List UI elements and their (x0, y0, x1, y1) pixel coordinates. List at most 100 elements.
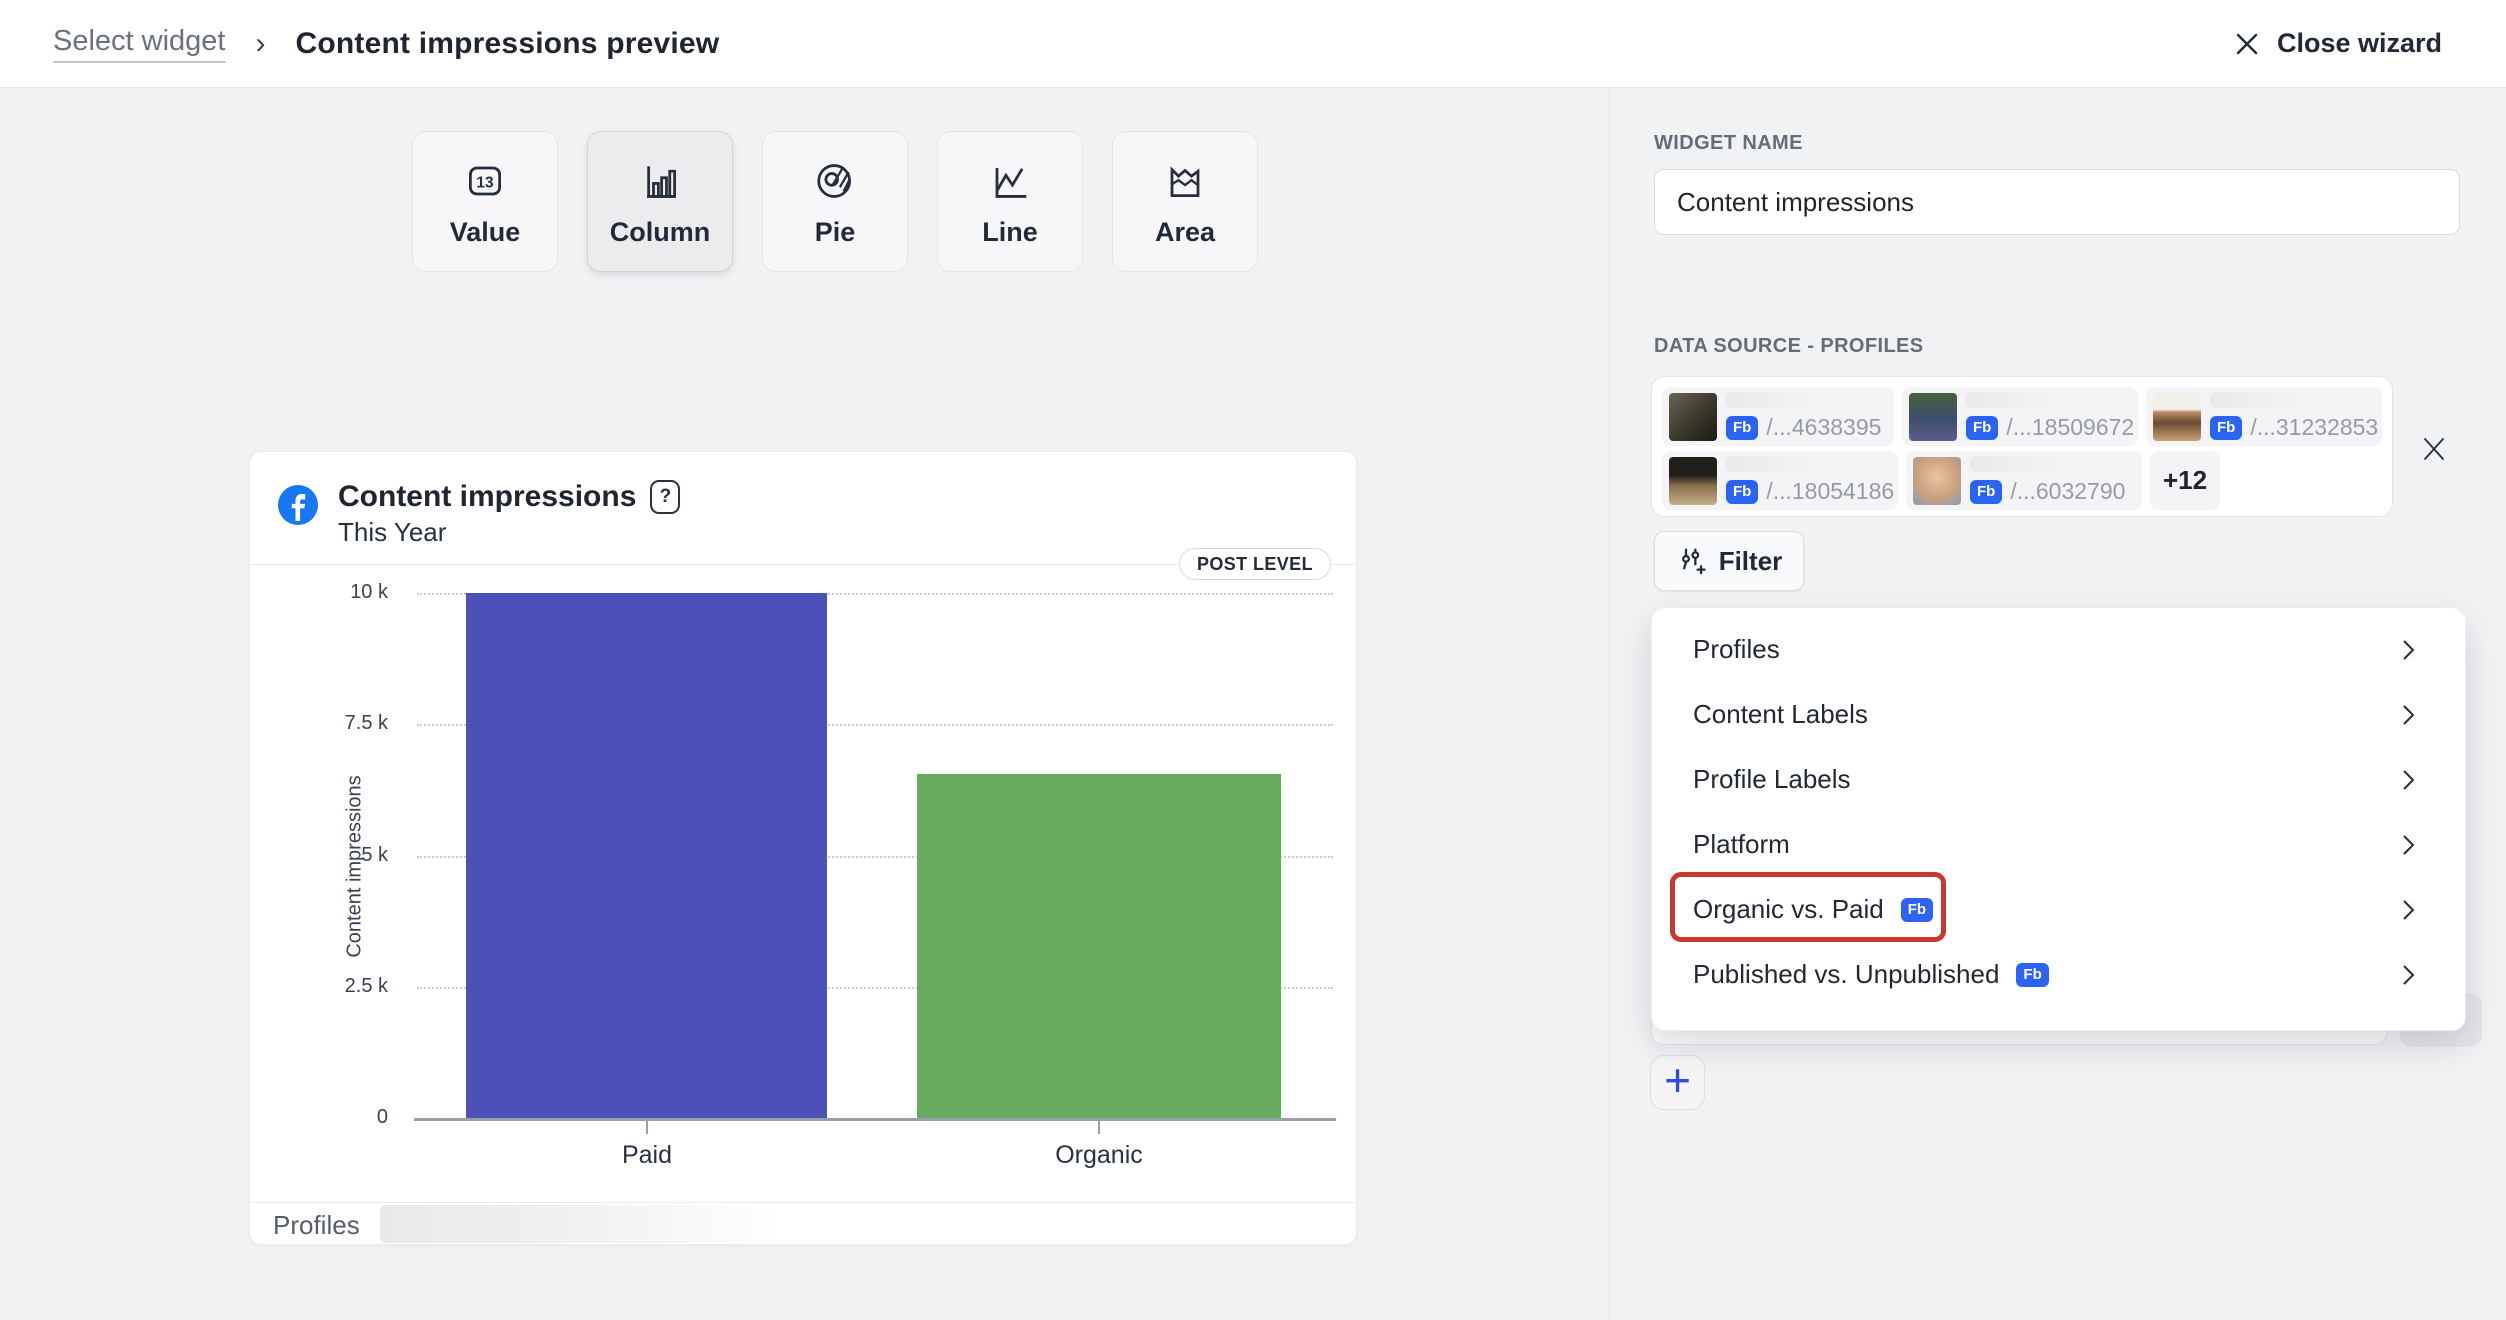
bar-paid[interactable] (466, 593, 827, 1118)
chevron-right-icon (2397, 637, 2419, 663)
widget-type-label: Area (1155, 217, 1215, 248)
profile-name-skeleton (1726, 456, 1854, 472)
facebook-badge: Fb (2210, 416, 2242, 440)
widget-type-selector: 13 Value Column Pie (412, 131, 1258, 272)
menu-item-label: Profiles (1693, 634, 1780, 665)
clear-data-source-button[interactable] (2415, 430, 2453, 468)
profile-avatar (1909, 393, 1957, 441)
widget-type-area[interactable]: Area (1112, 131, 1258, 272)
widget-type-value[interactable]: 13 Value (412, 131, 558, 272)
profile-id: /...6032790 (2010, 478, 2125, 505)
y-tick-label: 0 (288, 1106, 388, 1129)
facebook-badge: Fb (2016, 963, 2048, 987)
filter-button[interactable]: Filter (1654, 531, 1804, 591)
profile-chip[interactable]: Fb /...18054186 (1662, 451, 1898, 510)
profile-chip[interactable]: Fb /...6032790 (1906, 451, 2142, 510)
data-source-profiles-group: Fb /...4638395 Fb /...18509672 Fb (1651, 376, 2393, 517)
chart-subtitle: This Year (338, 517, 446, 548)
menu-item-label: Platform (1693, 829, 1790, 860)
menu-item-published-vs-unpublished[interactable]: Published vs. Unpublished Fb (1652, 942, 2465, 1007)
profile-chip[interactable]: Fb /...31232853 (2146, 387, 2382, 446)
facebook-badge: Fb (1901, 898, 1933, 922)
profile-avatar (2153, 393, 2201, 441)
page-title: Content impressions preview (296, 27, 720, 61)
widget-type-pie[interactable]: Pie (762, 131, 908, 272)
menu-item-profiles[interactable]: Profiles (1652, 617, 2465, 682)
menu-item-label: Organic vs. Paid (1693, 894, 1884, 925)
x-axis-line (414, 1118, 1336, 1121)
menu-item-profile-labels[interactable]: Profile Labels (1652, 747, 2465, 812)
facebook-badge: Fb (1726, 480, 1758, 504)
profile-chip-row: Fb /...18054186 Fb /...6032790 +12 (1662, 451, 2382, 510)
bar-organic[interactable] (917, 774, 1281, 1118)
add-widget-button[interactable]: + (1650, 1055, 1705, 1110)
profile-name-skeleton (1970, 456, 2098, 472)
area-chart-icon (1159, 155, 1211, 207)
widget-type-column[interactable]: Column (587, 131, 733, 272)
profile-id: /...18054186 (1766, 478, 1894, 505)
menu-item-platform[interactable]: Platform (1652, 812, 2465, 877)
facebook-badge: Fb (1970, 480, 2002, 504)
menu-item-content-labels[interactable]: Content Labels (1652, 682, 2465, 747)
profile-name-skeleton (1966, 392, 2094, 408)
profile-chip[interactable]: Fb /...4638395 (1662, 387, 1894, 446)
close-wizard-button[interactable]: Close wizard (2233, 28, 2442, 59)
facebook-badge: Fb (1726, 416, 1758, 440)
chevron-right-icon (2397, 962, 2419, 988)
x-tick-mark (646, 1120, 648, 1134)
bar-chart-plot-area: Paid Organic (417, 593, 1333, 1118)
help-icon[interactable]: ? (650, 480, 680, 514)
x-category-organic: Organic (999, 1141, 1199, 1170)
breadcrumb-back-link[interactable]: Select widget (53, 25, 226, 63)
menu-item-organic-vs-paid[interactable]: Organic vs. Paid Fb (1652, 877, 2465, 942)
menu-item-label: Content Labels (1693, 699, 1868, 730)
x-tick-mark (1098, 1120, 1100, 1134)
chevron-right-icon (2397, 832, 2419, 858)
profile-avatar (1669, 457, 1717, 505)
filter-dropdown-menu: Profiles Content Labels Profile Labels P… (1651, 607, 2466, 1031)
y-tick-label: 7.5 k (288, 712, 388, 735)
widget-type-label: Pie (815, 217, 856, 248)
profiles-footer-label: Profiles (273, 1210, 360, 1241)
profile-chip[interactable]: Fb /...18509672 (1902, 387, 2138, 446)
more-profiles-chip[interactable]: +12 (2150, 451, 2220, 510)
menu-item-label: Published vs. Unpublished (1693, 959, 1999, 990)
chart-title: Content impressions (338, 480, 636, 514)
widget-type-label: Line (982, 217, 1038, 248)
wizard-top-bar: Select widget › Content impressions prev… (0, 0, 2506, 88)
profile-avatar (1913, 457, 1961, 505)
widget-name-label: WIDGET NAME (1654, 132, 1803, 155)
y-tick-label: 2.5 k (288, 975, 388, 998)
profile-id: /...18509672 (2006, 414, 2134, 441)
panel-divider (1609, 88, 1610, 1320)
profiles-footer-skeleton (380, 1205, 780, 1243)
breadcrumb-separator: › (256, 27, 266, 61)
widget-type-line[interactable]: Line (937, 131, 1083, 272)
profile-name-skeleton (1726, 392, 1854, 408)
chevron-right-icon (2397, 767, 2419, 793)
pie-chart-icon (809, 155, 861, 207)
profile-chip-row: Fb /...4638395 Fb /...18509672 Fb (1662, 387, 2382, 446)
menu-item-label: Profile Labels (1693, 764, 1851, 795)
filter-button-label: Filter (1719, 546, 1783, 577)
data-source-label: DATA SOURCE - PROFILES (1654, 335, 1924, 358)
svg-text:13: 13 (476, 175, 494, 192)
facebook-icon (278, 485, 318, 525)
card-footer-divider (250, 1202, 1356, 1203)
close-wizard-label: Close wizard (2277, 28, 2442, 59)
profile-id: /...31232853 (2250, 414, 2378, 441)
post-level-badge: POST LEVEL (1179, 548, 1331, 580)
chart-title-row: Content impressions ? (338, 480, 680, 514)
filter-sliders-icon (1676, 545, 1708, 577)
widget-name-input[interactable] (1654, 169, 2460, 235)
facebook-badge: Fb (1966, 416, 1998, 440)
profile-name-skeleton (2210, 392, 2338, 408)
chevron-right-icon (2397, 702, 2419, 728)
line-chart-icon (984, 155, 1036, 207)
chevron-right-icon (2397, 897, 2419, 923)
y-tick-label: 10 k (288, 581, 388, 604)
value-13-icon: 13 (459, 155, 511, 207)
profile-id: /...4638395 (1766, 414, 1881, 441)
y-tick-label: 5 k (288, 844, 388, 867)
x-category-paid: Paid (547, 1141, 747, 1170)
